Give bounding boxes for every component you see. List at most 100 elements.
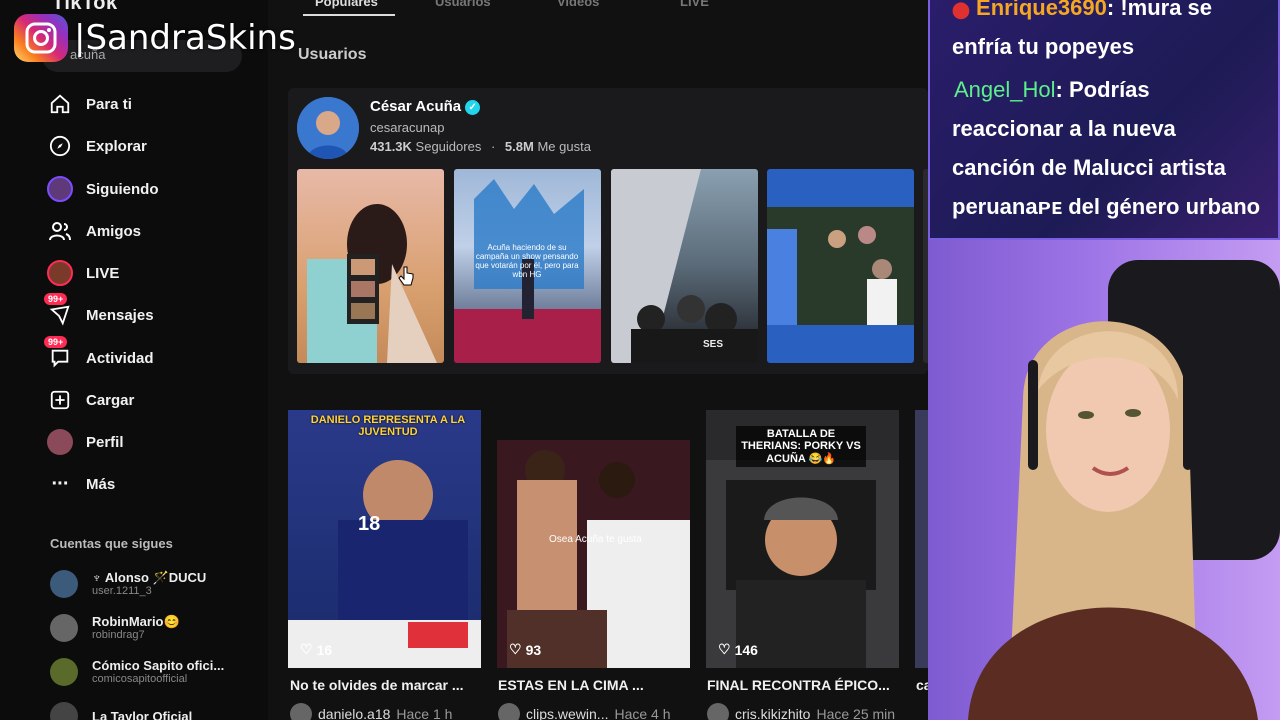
chat-text: : Podrías: [1055, 77, 1150, 102]
video-overlay-text: BATALLA DE THERIANS: PORKY VS ACUÑA 😂🔥: [736, 426, 866, 467]
video-meta: cris.kikizhito Hace 25 min: [707, 703, 895, 720]
thumb-caption: Acuña haciendo de su campaña un show pen…: [475, 243, 579, 279]
video-card[interactable]: 18 DANIELO REPRESENTA A LA JUVENTUD ♡ 16: [288, 410, 481, 668]
avatar: [50, 702, 78, 720]
likes-label: Me gusta: [537, 139, 591, 154]
likes-value: 146: [734, 641, 758, 658]
user-video-thumb[interactable]: Acuña haciendo de su campaña un show pen…: [454, 169, 601, 363]
heart-icon: ♡: [509, 641, 522, 657]
chat-text: : !mura se: [1106, 0, 1213, 20]
following-item[interactable]: Cómico Sapito ofici... comicosapitooffici…: [50, 658, 224, 686]
streamer-image: [968, 260, 1280, 720]
following-name: RobinMario😊: [92, 614, 180, 629]
user-stats: 431.3K Seguidores · 5.8M Me gusta: [370, 139, 591, 154]
video-title[interactable]: FINAL RECONTRA ÉPICO...: [707, 677, 890, 693]
mouse-cursor-icon: [398, 265, 414, 292]
user-name[interactable]: César Acuña ✓: [370, 98, 481, 115]
video-time: Hace 4 h: [614, 706, 671, 720]
profile-avatar-icon: [46, 428, 74, 456]
video-likes: ♡ 16: [300, 641, 332, 658]
chat-line: enfría tu popeyes: [952, 34, 1135, 59]
live-avatar-icon: [46, 259, 74, 287]
activity-icon: 99+: [44, 336, 74, 372]
video-overlay-text: Osea Acuña te gusta: [549, 534, 642, 545]
svg-text:SES: SES: [703, 339, 723, 350]
nav-label: Amigos: [86, 222, 142, 240]
stream-chat: ⬤ Enrique3690: !mura se enfría tu popeye…: [928, 0, 1280, 240]
nav-siguiendo[interactable]: Siguiendo: [46, 174, 159, 204]
video-title[interactable]: ESTAS EN LA CIMA ...: [498, 677, 644, 693]
nav-label: Mensajes: [86, 306, 154, 324]
video-card[interactable]: BATALLA DE THERIANS: PORKY VS ACUÑA 😂🔥 ♡…: [706, 410, 899, 668]
nav-amigos[interactable]: Amigos: [46, 216, 141, 246]
nav-explorar[interactable]: Explorar: [46, 131, 147, 161]
activity-badge: 99+: [44, 336, 68, 348]
nav-label: Actividad: [86, 349, 154, 367]
user-video-thumb[interactable]: [767, 169, 914, 363]
user-name-text: César Acuña: [370, 98, 462, 115]
video-author[interactable]: clips.wewin...: [526, 706, 608, 720]
video-author[interactable]: cris.kikizhito: [735, 706, 810, 720]
following-title: Cuentas que sigues: [50, 536, 173, 551]
video-title[interactable]: No te olvides de marcar ...: [290, 677, 464, 693]
nav-label: Perfil: [86, 433, 124, 451]
video-likes: ♡ 93: [509, 641, 541, 658]
svg-text:18: 18: [358, 513, 380, 535]
nav-perfil[interactable]: Perfil: [46, 427, 124, 457]
messages-badge: 99+: [44, 293, 68, 305]
likes-value: 16: [316, 641, 333, 658]
verified-icon: ✓: [465, 100, 481, 115]
tab-populares[interactable]: Populares: [315, 0, 378, 9]
chat-user: Angel_Hol: [954, 77, 1056, 102]
chat-line: reaccionar a la nueva: [952, 116, 1176, 141]
video-likes: ♡ 146: [718, 641, 758, 658]
user-video-thumb[interactable]: [297, 169, 444, 363]
avatar: [50, 658, 78, 686]
following-handle: user.1211_3: [92, 585, 152, 597]
following-item[interactable]: ♆ Alonso 🪄DUCU user.1211_3: [50, 570, 206, 598]
friends-icon: [46, 217, 74, 245]
nav-cargar[interactable]: Cargar: [46, 385, 134, 415]
upload-icon: [46, 386, 74, 414]
following-handle: comicosapitoofficial: [92, 673, 188, 685]
active-tab-indicator: [303, 14, 395, 16]
nav-mensajes[interactable]: 99+ Mensajes: [44, 293, 154, 330]
video-overlay-text: DANIELO REPRESENTA A LA JUVENTUD: [310, 414, 466, 438]
followers-label: Seguidores: [415, 139, 482, 154]
video-author[interactable]: danielo.a18: [318, 706, 390, 720]
tab-videos[interactable]: Videos: [557, 0, 599, 9]
video-card[interactable]: Osea Acuña te gusta ♡ 93: [497, 440, 690, 668]
video-time: Hace 1 h: [396, 706, 453, 720]
video-card[interactable]: [915, 410, 928, 668]
heart-icon: ♡: [718, 641, 731, 657]
instagram-icon: [14, 14, 68, 62]
nav-label: Cargar: [86, 391, 135, 409]
chat-line: ⬤ Enrique3690: !mura se: [952, 0, 1212, 30]
avatar: [498, 703, 520, 720]
following-item[interactable]: RobinMario😊 robindrag7: [50, 614, 180, 642]
avatar: [50, 570, 78, 598]
likes-count: 5.8M: [504, 139, 534, 154]
nav-label: LIVE: [86, 264, 120, 282]
instagram-handle: |SandraSkins: [74, 18, 296, 58]
nav-label: Más: [86, 475, 116, 493]
tab-usuarios[interactable]: Usuarios: [435, 0, 491, 9]
tiktok-logo[interactable]: TikTok: [52, 0, 118, 15]
nav-actividad[interactable]: 99+ Actividad: [44, 336, 154, 373]
chat-user: Enrique3690: [976, 0, 1107, 20]
avatar: [290, 703, 312, 720]
nav-live[interactable]: LIVE: [46, 258, 119, 288]
instagram-overlay: |SandraSkins: [14, 14, 296, 62]
nav-para-ti[interactable]: Para ti: [46, 89, 132, 119]
user-avatar[interactable]: [297, 97, 359, 159]
following-item[interactable]: La Taylor Oficial: [50, 702, 192, 720]
likes-value: 93: [525, 641, 542, 658]
tab-live[interactable]: LIVE: [680, 0, 709, 9]
user-video-thumb[interactable]: SES: [611, 169, 758, 363]
video-title[interactable]: ca: [916, 677, 928, 693]
users-section-title: Usuarios: [298, 46, 367, 63]
followers-count: 431.3K: [370, 139, 412, 154]
nav-mas[interactable]: ··· Más: [46, 469, 116, 499]
following-avatar-icon: [46, 175, 74, 203]
avatar: [707, 703, 729, 720]
